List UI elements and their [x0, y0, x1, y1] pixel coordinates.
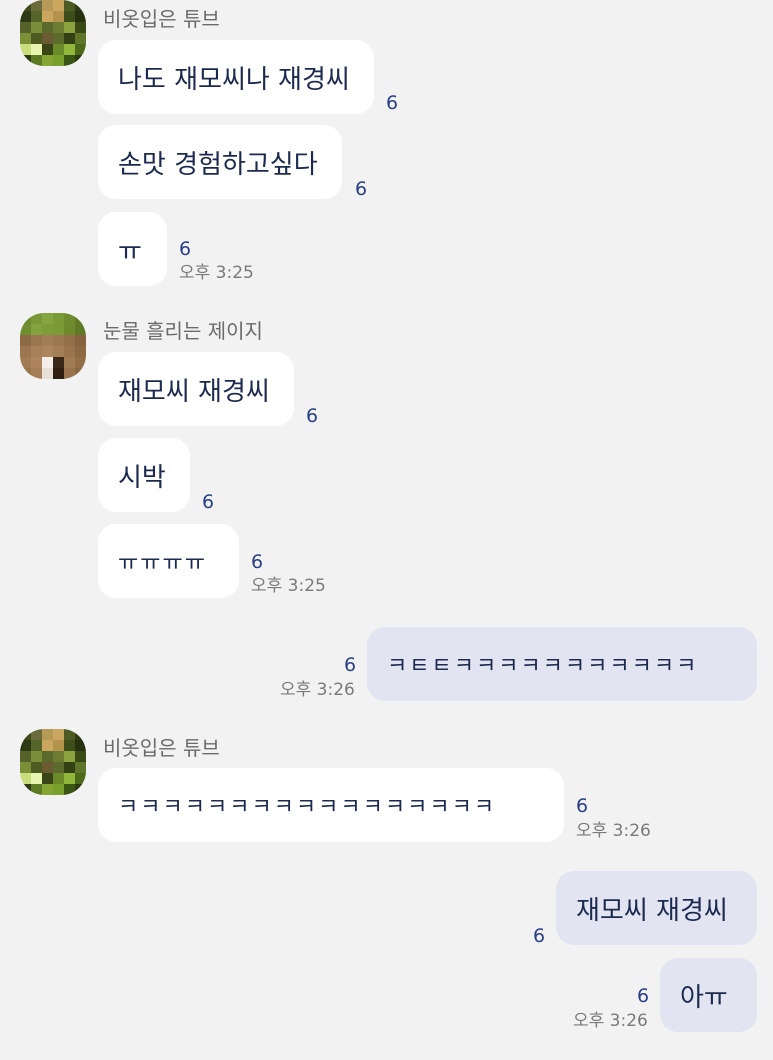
message-bubble[interactable]: 나도 재모씨나 재경씨: [98, 40, 374, 114]
message-text: 손맛 경험하고싶다: [118, 149, 318, 180]
message-text: 시박: [118, 462, 166, 493]
message-text: ㅋㅋㅋㅋㅋㅋㅋㅋㅋㅋㅋㅋㅋㅋㅋㅋㅋ: [118, 795, 497, 820]
message-bubble[interactable]: 시박: [98, 438, 190, 512]
message-timestamp: 오후 3:25: [251, 576, 326, 596]
message-timestamp: 오후 3:26: [573, 1011, 648, 1031]
message-text: 재모씨 재경씨: [576, 895, 728, 926]
message-timestamp: 오후 3:25: [179, 263, 254, 283]
unread-count: 6: [202, 491, 215, 513]
message-text: ㅋㅌㅌㅋㅋㅋㅋㅋㅋㅋㅋㅋㅋㅋ: [387, 654, 699, 679]
avatar[interactable]: [20, 729, 86, 795]
unread-count: 6: [179, 238, 192, 260]
message-timestamp: 오후 3:26: [280, 680, 355, 700]
unread-count: 6: [533, 925, 546, 947]
message-bubble[interactable]: ㅋㅌㅌㅋㅋㅋㅋㅋㅋㅋㅋㅋㅋㅋ: [367, 627, 757, 701]
message-bubble[interactable]: 손맛 경험하고싶다: [98, 125, 342, 199]
message-text: ㅠ: [118, 236, 142, 267]
message-bubble[interactable]: 재모씨 재경씨: [98, 352, 294, 426]
message-bubble[interactable]: 아ㅠ: [660, 958, 757, 1032]
unread-count: 6: [251, 551, 264, 573]
avatar[interactable]: [20, 0, 86, 66]
unread-count: 6: [344, 654, 357, 676]
message-text: 아ㅠ: [680, 982, 728, 1013]
message-timestamp: 오후 3:26: [576, 821, 651, 841]
unread-count: 6: [637, 985, 650, 1007]
message-text: ㅠㅠㅠㅠ: [118, 551, 207, 576]
unread-count: 6: [576, 795, 589, 817]
message-text: 재모씨 재경씨: [118, 376, 270, 407]
sender-name: 비옷입은 튜브: [103, 736, 220, 760]
unread-count: 6: [386, 92, 399, 114]
sender-name: 눈물 흘리는 제이지: [103, 319, 263, 343]
unread-count: 6: [355, 178, 368, 200]
message-bubble[interactable]: ㅠㅠㅠㅠ: [98, 524, 239, 598]
message-bubble[interactable]: ㅠ: [98, 212, 167, 286]
message-bubble[interactable]: ㅋㅋㅋㅋㅋㅋㅋㅋㅋㅋㅋㅋㅋㅋㅋㅋㅋ: [98, 768, 564, 842]
message-text: 나도 재모씨나 재경씨: [118, 64, 350, 95]
avatar[interactable]: [20, 313, 86, 379]
sender-name: 비옷입은 튜브: [103, 7, 220, 31]
unread-count: 6: [306, 405, 319, 427]
message-bubble[interactable]: 재모씨 재경씨: [556, 871, 757, 945]
